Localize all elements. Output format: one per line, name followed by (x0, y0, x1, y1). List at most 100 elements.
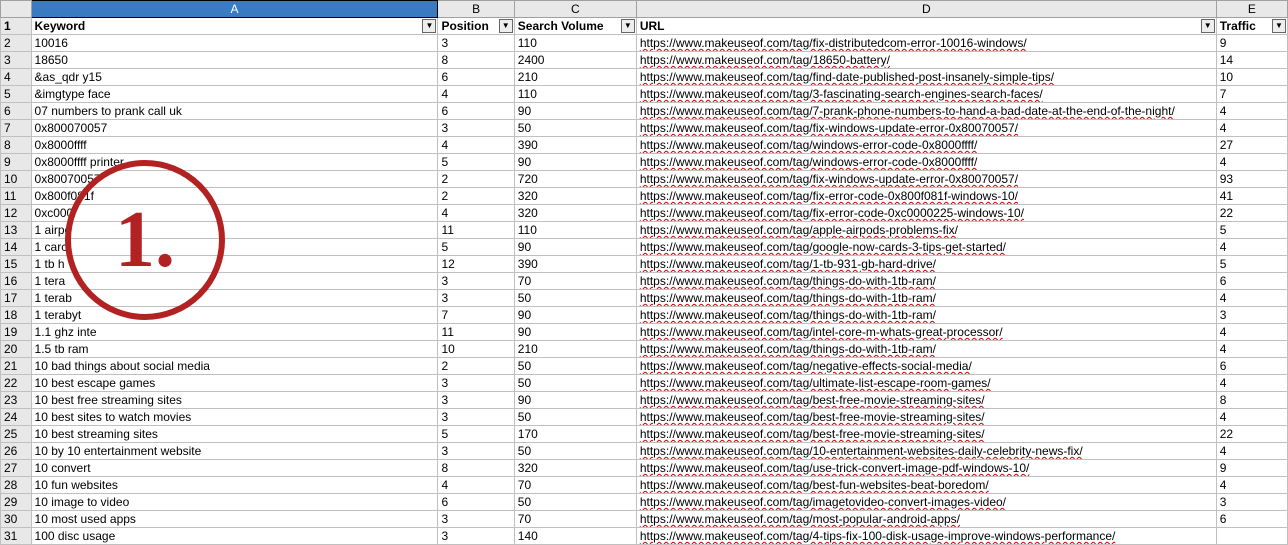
cell-url[interactable]: https://www.makeuseof.com/tag/best-free-… (636, 392, 1216, 409)
cell-search-volume[interactable]: 70 (514, 511, 636, 528)
cell-traffic[interactable]: 4 (1216, 324, 1287, 341)
table-row[interactable]: 100x800700572720https://www.makeuseof.co… (1, 171, 1288, 188)
cell-search-volume[interactable]: 210 (514, 341, 636, 358)
table-row[interactable]: 2910 image to video650https://www.makeus… (1, 494, 1288, 511)
cell-position[interactable]: 4 (438, 137, 514, 154)
cell-traffic[interactable]: 4 (1216, 443, 1287, 460)
row-number[interactable]: 21 (1, 358, 32, 375)
filter-dropdown-icon[interactable]: ▼ (422, 19, 436, 33)
cell-search-volume[interactable]: 320 (514, 188, 636, 205)
row-number[interactable]: 23 (1, 392, 32, 409)
cell-search-volume[interactable]: 50 (514, 358, 636, 375)
cell-traffic[interactable]: 22 (1216, 426, 1287, 443)
cell-url[interactable]: https://www.makeuseof.com/tag/windows-er… (636, 154, 1216, 171)
cell-traffic[interactable]: 27 (1216, 137, 1287, 154)
cell-keyword[interactable]: 10 by 10 entertainment website (31, 443, 438, 460)
cell-keyword[interactable]: 0x800070057 (31, 120, 438, 137)
cell-traffic[interactable]: 6 (1216, 358, 1287, 375)
column-header-D[interactable]: D (636, 1, 1216, 18)
cell-keyword[interactable]: 1 carc (31, 239, 438, 256)
cell-keyword[interactable]: 1.1 ghz inte (31, 324, 438, 341)
cell-position[interactable]: 6 (438, 103, 514, 120)
cell-search-volume[interactable]: 110 (514, 222, 636, 239)
cell-url[interactable]: https://www.makeuseof.com/tag/most-popul… (636, 511, 1216, 528)
cell-keyword[interactable]: 10016 (31, 35, 438, 52)
cell-search-volume[interactable]: 720 (514, 171, 636, 188)
cell-url[interactable]: https://www.makeuseof.com/tag/10-enterta… (636, 443, 1216, 460)
cell-url[interactable]: https://www.makeuseof.com/tag/find-date-… (636, 69, 1216, 86)
table-row[interactable]: 2810 fun websites470https://www.makeuseo… (1, 477, 1288, 494)
cell-position[interactable]: 3 (438, 409, 514, 426)
cell-keyword[interactable]: 1 terabyt (31, 307, 438, 324)
cell-traffic[interactable]: 8 (1216, 392, 1287, 409)
table-row[interactable]: 607 numbers to prank call uk690https://w… (1, 103, 1288, 120)
cell-search-volume[interactable]: 50 (514, 375, 636, 392)
cell-keyword[interactable]: 18650 (31, 52, 438, 69)
cell-position[interactable]: 2 (438, 171, 514, 188)
cell-position[interactable]: 5 (438, 239, 514, 256)
row-number[interactable]: 28 (1, 477, 32, 494)
cell-url[interactable]: https://www.makeuseof.com/tag/7-prank-ph… (636, 103, 1216, 120)
cell-url[interactable]: https://www.makeuseof.com/tag/ultimate-l… (636, 375, 1216, 392)
cell-position[interactable]: 8 (438, 460, 514, 477)
cell-url[interactable]: https://www.makeuseof.com/tag/things-do-… (636, 273, 1216, 290)
row-number[interactable]: 8 (1, 137, 32, 154)
cell-keyword[interactable]: 10 best streaming sites (31, 426, 438, 443)
row-number[interactable]: 29 (1, 494, 32, 511)
cell-traffic[interactable]: 5 (1216, 256, 1287, 273)
cell-traffic[interactable]: 10 (1216, 69, 1287, 86)
cell-traffic[interactable]: 93 (1216, 171, 1287, 188)
cell-position[interactable]: 3 (438, 290, 514, 307)
cell-traffic[interactable] (1216, 528, 1287, 545)
cell-url[interactable]: https://www.makeuseof.com/tag/best-free-… (636, 409, 1216, 426)
filter-dropdown-icon[interactable]: ▼ (621, 19, 635, 33)
cell-url[interactable]: https://www.makeuseof.com/tag/things-do-… (636, 307, 1216, 324)
row-number[interactable]: 2 (1, 35, 32, 52)
cell-keyword[interactable]: 10 bad things about social media (31, 358, 438, 375)
cell-url[interactable]: https://www.makeuseof.com/tag/google-now… (636, 239, 1216, 256)
cell-position[interactable]: 11 (438, 324, 514, 341)
table-row[interactable]: 131 airpo11110https://www.makeuseof.com/… (1, 222, 1288, 239)
row-number[interactable]: 25 (1, 426, 32, 443)
cell-keyword[interactable]: 1 tera (31, 273, 438, 290)
column-header-E[interactable]: E (1216, 1, 1287, 18)
cell-url[interactable]: https://www.makeuseof.com/tag/18650-batt… (636, 52, 1216, 69)
table-row[interactable]: 31865082400https://www.makeuseof.com/tag… (1, 52, 1288, 69)
cell-traffic[interactable]: 4 (1216, 477, 1287, 494)
cell-position[interactable]: 3 (438, 511, 514, 528)
cell-traffic[interactable]: 7 (1216, 86, 1287, 103)
row-number[interactable]: 13 (1, 222, 32, 239)
row-number[interactable]: 7 (1, 120, 32, 137)
cell-position[interactable]: 6 (438, 69, 514, 86)
cell-position[interactable]: 4 (438, 477, 514, 494)
cell-traffic[interactable]: 4 (1216, 154, 1287, 171)
cell-traffic[interactable]: 9 (1216, 460, 1287, 477)
row-number[interactable]: 22 (1, 375, 32, 392)
cell-keyword[interactable]: 1.5 tb ram (31, 341, 438, 358)
cell-keyword[interactable]: 1 terab (31, 290, 438, 307)
cell-search-volume[interactable]: 90 (514, 239, 636, 256)
table-row[interactable]: 151 tb h12390https://www.makeuseof.com/t… (1, 256, 1288, 273)
column-header-C[interactable]: C (514, 1, 636, 18)
cell-search-volume[interactable]: 110 (514, 86, 636, 103)
row-number[interactable]: 4 (1, 69, 32, 86)
column-header-A[interactable]: A (31, 1, 438, 18)
table-row[interactable]: 2110 bad things about social media250htt… (1, 358, 1288, 375)
cell-url[interactable]: https://www.makeuseof.com/tag/imagetovid… (636, 494, 1216, 511)
cell-search-volume[interactable]: 90 (514, 103, 636, 120)
cell-search-volume[interactable]: 50 (514, 290, 636, 307)
cell-keyword[interactable]: 07 numbers to prank call uk (31, 103, 438, 120)
cell-url[interactable]: https://www.makeuseof.com/tag/fix-distri… (636, 35, 1216, 52)
cell-search-volume[interactable]: 390 (514, 256, 636, 273)
cell-position[interactable]: 4 (438, 205, 514, 222)
cell-url[interactable]: https://www.makeuseof.com/tag/fix-window… (636, 171, 1216, 188)
cell-url[interactable]: https://www.makeuseof.com/tag/windows-er… (636, 137, 1216, 154)
table-row[interactable]: 201.5 tb ram10210https://www.makeuseof.c… (1, 341, 1288, 358)
cell-traffic[interactable]: 4 (1216, 375, 1287, 392)
cell-traffic[interactable]: 9 (1216, 35, 1287, 52)
cell-url[interactable]: https://www.makeuseof.com/tag/intel-core… (636, 324, 1216, 341)
cell-traffic[interactable]: 4 (1216, 120, 1287, 137)
cell-position[interactable]: 12 (438, 256, 514, 273)
row-number[interactable]: 26 (1, 443, 32, 460)
cell-url[interactable]: https://www.makeuseof.com/tag/fix-window… (636, 120, 1216, 137)
